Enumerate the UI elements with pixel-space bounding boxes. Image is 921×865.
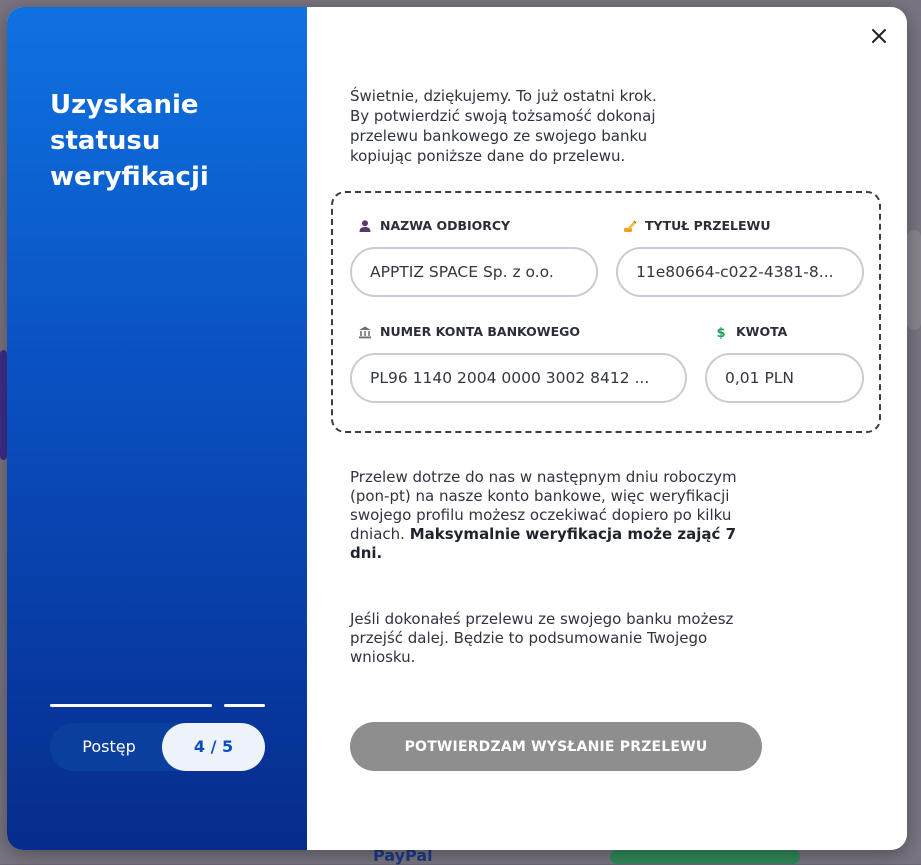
recipient-label-text: NAZWA ODBIORCY [380, 218, 511, 233]
account-label: NUMER KONTA BANKOWEGO [358, 324, 580, 339]
title-label-text: TYTUŁ PRZELEWU [645, 218, 771, 233]
intro-text: Świetnie, dziękujemy. To już ostatni kro… [350, 86, 710, 166]
followup-paragraph: Jeśli dokonałeś przelewu ze swojego bank… [350, 610, 734, 666]
bank-icon [359, 326, 371, 338]
intro-line-1: Świetnie, dziękujemy. To już ostatni kro… [350, 87, 657, 105]
recipient-label: NAZWA ODBIORCY [358, 218, 510, 233]
background-card [0, 350, 7, 460]
title-label: TYTUŁ PRZELEWU [623, 218, 770, 233]
progress-bar-remaining [224, 704, 265, 707]
progress-label: Postęp [82, 737, 136, 756]
info-bold-text: Maksymalnie weryfikacja może zająć 7 dni… [350, 525, 737, 562]
svg-text:$: $ [716, 326, 725, 339]
background-card [907, 230, 921, 330]
progress-step: 4 / 5 [162, 723, 265, 771]
close-icon [872, 29, 886, 43]
dollar-icon: $ [716, 326, 725, 339]
sidebar-title: Uzyskanie statusu weryfikacji [50, 90, 209, 192]
background-card [610, 850, 800, 864]
account-label-text: NUMER KONTA BANKOWEGO [380, 324, 580, 339]
title-field[interactable]: 11e80664-c022-4381-8... [616, 247, 864, 297]
writing-hand-icon [624, 220, 637, 232]
account-field[interactable]: PL96 1140 2004 0000 3002 8412 ... [350, 353, 687, 403]
modal-sidebar: Uzyskanie statusu weryfikacji Postęp 4 /… [7, 7, 307, 850]
recipient-field[interactable]: APPTIZ SPACE Sp. z o.o. [350, 247, 598, 297]
amount-label-text: KWOTA [736, 324, 788, 339]
confirm-transfer-button[interactable]: POTWIERDZAM WYSŁANIE PRZELEWU [350, 722, 762, 771]
amount-label: $ KWOTA [714, 324, 787, 339]
progress-bar-filled [50, 704, 212, 707]
progress-indicator: Postęp 4 / 5 [50, 723, 265, 771]
close-button[interactable] [867, 24, 891, 48]
user-icon [359, 219, 371, 232]
intro-line-2: By potwierdzić swoją tożsamość dokonaj p… [350, 107, 656, 165]
info-paragraph: Przelew dotrze do nas w następnym dniu r… [350, 468, 750, 563]
amount-field[interactable]: 0,01 PLN [705, 353, 864, 403]
verification-modal: Uzyskanie statusu weryfikacji Postęp 4 /… [7, 7, 907, 850]
